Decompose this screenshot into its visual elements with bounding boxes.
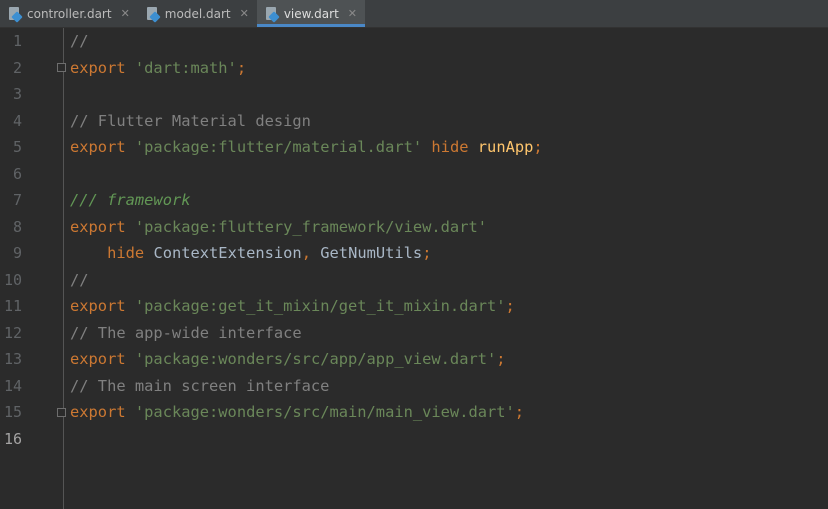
code-line-2: export 'dart:math'; <box>70 55 246 81</box>
comment: // <box>70 270 89 289</box>
dart-file-icon <box>146 6 161 23</box>
line-number: 2 <box>12 58 22 77</box>
line-number: 5 <box>12 138 22 156</box>
keyword: hide <box>431 138 469 156</box>
dart-file-icon <box>9 6 23 23</box>
string-literal: 'package:get_it_mixin/get_it_mixin.dart' <box>134 297 506 315</box>
function-name: runApp <box>477 138 534 156</box>
tab-label: view.dart <box>283 6 339 21</box>
comment: // The main screen interface <box>70 376 330 395</box>
doc-comment-text: framework <box>107 191 191 209</box>
tab-controller-dart[interactable]: controller.dart ✕ <box>0 0 138 27</box>
code-line-15: export 'package:wonders/src/main/main_vi… <box>70 399 524 425</box>
tab-label: model.dart <box>164 6 231 21</box>
code-line-7: /// framework <box>70 187 191 213</box>
line-number: 1 <box>12 32 22 50</box>
line-number: 7 <box>12 191 22 209</box>
string-literal: 'package:flutter/material.dart' <box>134 138 423 156</box>
comment: // The app-wide interface <box>70 323 302 342</box>
semicolon: ; <box>496 350 506 368</box>
line-number: 10 <box>3 270 22 289</box>
code-line-8: export 'package:fluttery_framework/view.… <box>70 214 487 240</box>
keyword: export <box>70 58 126 77</box>
keyword: export <box>70 138 126 156</box>
identifier: GetNumUtils <box>320 244 423 262</box>
code-line-14: // The main screen interface <box>70 373 329 399</box>
string-literal: 'package:wonders/src/main/main_view.dart… <box>134 403 515 421</box>
dart-file-icon <box>265 6 280 23</box>
line-number: 3 <box>12 85 22 103</box>
string-literal: 'dart:math' <box>134 58 237 77</box>
code-editor[interactable]: 1 2 3 4 5 6 7 8 9 10 11 12 13 14 15 16 /… <box>0 28 828 509</box>
keyword: export <box>70 217 126 236</box>
code-line-10: // <box>70 267 89 293</box>
keyword: export <box>70 403 126 421</box>
identifier: ContextExtension <box>153 244 302 262</box>
code-line-12: // The app-wide interface <box>70 320 302 346</box>
fold-marker-icon[interactable] <box>57 408 66 417</box>
line-number: 12 <box>3 323 22 342</box>
string-literal: 'package:fluttery_framework/view.dart' <box>134 217 487 236</box>
semicolon: ; <box>514 403 525 421</box>
semicolon: ; <box>236 58 247 77</box>
comment: // Flutter Material design <box>70 111 311 130</box>
close-icon[interactable]: ✕ <box>121 7 130 20</box>
comma: , <box>301 244 311 262</box>
code-line-5: export 'package:flutter/material.dart' h… <box>70 134 543 160</box>
line-number: 4 <box>12 111 22 130</box>
code-line-11: export 'package:get_it_mixin/get_it_mixi… <box>70 293 515 319</box>
line-number: 11 <box>3 297 22 315</box>
tab-view-dart[interactable]: view.dart ✕ <box>256 0 366 27</box>
line-number: 15 <box>3 403 22 421</box>
close-icon[interactable]: ✕ <box>240 7 249 20</box>
line-number: 6 <box>12 164 22 183</box>
line-number: 8 <box>12 217 22 236</box>
keyword: export <box>70 297 126 315</box>
line-number: 13 <box>3 350 22 368</box>
editor-tab-bar: controller.dart ✕ model.dart ✕ view.dart… <box>0 0 828 28</box>
semicolon: ; <box>505 297 515 315</box>
code-line-4: // Flutter Material design <box>70 108 311 134</box>
line-number-gutter[interactable]: 1 2 3 4 5 6 7 8 9 10 11 12 13 14 15 16 <box>0 28 64 509</box>
semicolon: ; <box>422 244 432 262</box>
comment: // <box>70 32 89 50</box>
code-line-9: hide ContextExtension, GetNumUtils; <box>70 240 431 266</box>
close-icon[interactable]: ✕ <box>348 7 357 20</box>
line-number-current: 16 <box>3 429 22 448</box>
semicolon: ; <box>533 138 543 156</box>
tab-label: controller.dart <box>27 6 112 21</box>
line-number: 9 <box>12 244 22 262</box>
tab-model-dart[interactable]: model.dart ✕ <box>138 0 257 27</box>
line-number: 14 <box>3 376 22 395</box>
keyword: hide <box>107 244 145 262</box>
code-line-1: // <box>70 28 89 54</box>
doc-comment-slashes: /// <box>70 191 98 209</box>
fold-marker-icon[interactable] <box>57 63 66 72</box>
string-literal: 'package:wonders/src/app/app_view.dart' <box>134 350 497 368</box>
code-line-13: export 'package:wonders/src/app/app_view… <box>70 346 506 372</box>
keyword: export <box>70 350 126 368</box>
